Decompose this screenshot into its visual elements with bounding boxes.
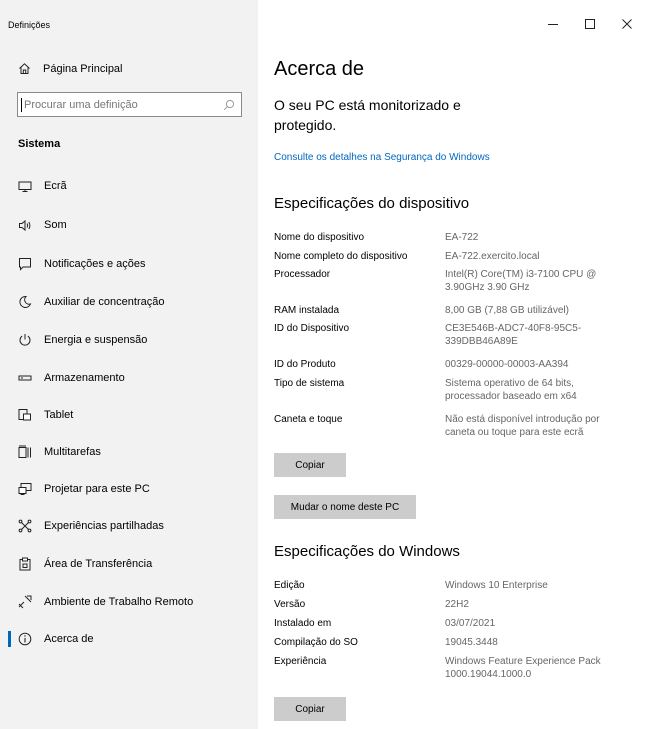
spec-value: 00329-00000-00003-AA394 [445,359,569,370]
spec-value: EA-722.exercito.local [445,251,540,262]
monitor-icon [18,179,32,193]
sidebar-item-notifications[interactable]: Notificações e ações [0,246,258,282]
maximize-icon [584,19,595,29]
security-details-link[interactable]: Consulte os detalhes na Segurança do Win… [274,152,490,163]
sidebar-item-label: Energia e suspensão [44,334,148,346]
sidebar-item-label: Área de Transferência [44,558,153,570]
sidebar-item-focus-assist[interactable]: Auxiliar de concentração [0,284,258,320]
spec-value: Sistema operativo de 64 bits, processado… [445,378,577,402]
spec-label: ID do Dispositivo [274,323,350,334]
spec-value: Windows 10 Enterprise [445,580,548,591]
close-button[interactable] [608,12,645,36]
section-title: Sistema [18,138,61,150]
sidebar-item-label: Armazenamento [44,372,125,384]
spec-label: Tipo de sistema [274,378,345,389]
copy-device-specs-button[interactable]: Copiar [274,453,346,477]
sidebar-item-storage[interactable]: Armazenamento [0,360,258,396]
spec-value: Não está disponível introdução por canet… [445,414,600,438]
notification-icon [18,257,32,271]
storage-icon [18,371,32,385]
sidebar-item-project[interactable]: Projetar para este PC [0,471,258,507]
protection-status: O seu PC está monitorizado e protegido. [274,97,461,133]
page-title: Acerca de [274,58,365,80]
close-icon [621,19,632,29]
sidebar-item-shared-experiences[interactable]: Experiências partilhadas [0,508,258,544]
clipboard-icon [18,557,32,571]
sidebar-item-remote-desktop[interactable]: Ambiente de Trabalho Remoto [0,584,258,620]
spec-label: Experiência [274,656,327,667]
sidebar-item-label: Tablet [44,409,74,421]
spec-label: Nome do dispositivo [274,232,365,243]
sidebar-item-home[interactable]: Página Principal [18,62,123,75]
remote-icon [18,595,32,609]
sidebar-item-tablet[interactable]: Tablet [0,397,258,433]
text-caret [21,98,22,112]
window-controls [534,12,645,36]
sidebar-item-about[interactable]: Acerca de [0,621,258,657]
sidebar-item-label: Notificações e ações [44,258,146,270]
spec-label: RAM instalada [274,305,340,316]
multitask-icon [18,445,32,459]
maximize-button[interactable] [571,12,608,36]
sidebar-item-label: Projetar para este PC [44,483,150,495]
spec-value: Windows Feature Experience Pack 1000.190… [445,656,601,680]
spec-value: Intel(R) Core(TM) i3-7100 CPU @ 3.90GHz … [445,269,597,293]
sidebar-item-label: Ecrã [44,180,67,192]
main-content: Acerca de O seu PC está monitorizado e p… [258,0,645,729]
sidebar-item-label: Página Principal [43,62,123,75]
sidebar-item-power[interactable]: Energia e suspensão [0,322,258,358]
spec-label: Caneta e toque [274,414,343,425]
project-icon [18,482,32,496]
spec-value: EA-722 [445,232,479,243]
search-placeholder: Procurar uma definição [24,99,138,111]
sidebar-item-sound[interactable]: Som [0,207,258,243]
sidebar-item-multitasking[interactable]: Multitarefas [0,434,258,470]
sidebar-item-label: Experiências partilhadas [44,520,164,532]
sidebar-item-clipboard[interactable]: Área de Transferência [0,546,258,582]
sidebar-item-label: Acerca de [44,633,94,645]
spec-label: Edição [274,580,305,591]
spec-label: Nome completo do dispositivo [274,251,408,262]
spec-value: CE3E546B-ADC7-40F8-95C5-339DBB46A89E [445,323,582,347]
tablet-icon [18,408,32,422]
spec-label: Instalado em [274,618,332,629]
device-specs-heading: Especificações do dispositivo [274,195,470,212]
power-icon [18,333,32,347]
minimize-button[interactable] [534,12,571,36]
speaker-icon [18,218,32,232]
minimize-icon [547,19,558,29]
spec-label: Compilação do SO [274,637,358,648]
sidebar-item-label: Som [44,219,67,231]
sidebar-item-label: Auxiliar de concentração [44,296,165,308]
shared-icon [18,519,32,533]
home-icon [18,62,32,75]
window-title: Definições [8,20,51,30]
spec-label: Versão [274,599,306,610]
spec-value: 19045.3448 [445,637,498,648]
spec-value: 22H2 [445,599,469,610]
sidebar-item-label: Multitarefas [44,446,101,458]
search-input[interactable]: Procurar uma definição [17,92,242,117]
sidebar-item-label: Ambiente de Trabalho Remoto [44,596,194,608]
spec-value: 03/07/2021 [445,618,496,629]
rename-pc-button[interactable]: Mudar o nome deste PC [274,495,416,519]
spec-label: Processador [274,269,331,280]
info-icon [18,632,32,646]
sidebar-item-display[interactable]: Ecrã [0,168,258,204]
copy-windows-specs-button[interactable]: Copiar [274,697,346,721]
windows-specs-heading: Especificações do Windows [274,543,460,560]
spec-value: 8,00 GB (7,88 GB utilizável) [445,305,569,316]
search-icon[interactable] [223,98,235,116]
moon-icon [18,295,32,309]
sidebar: Definições Página Principal Procurar uma… [0,0,258,729]
spec-label: ID do Produto [274,359,336,370]
